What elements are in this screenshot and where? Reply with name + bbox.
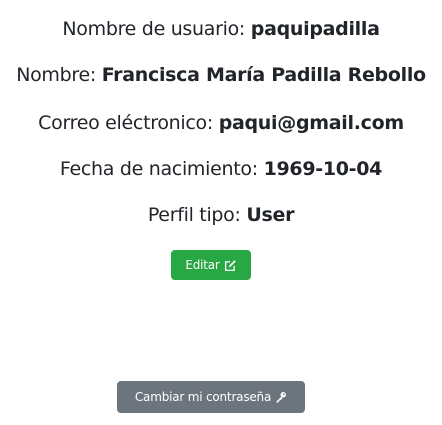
birth-date-label: Fecha de nacimiento: <box>59 158 264 180</box>
username-value: paquipadilla <box>250 18 380 40</box>
profile-type-value: User <box>246 204 295 226</box>
edit-button[interactable]: Editar <box>171 250 251 280</box>
profile-type-label: Perfil tipo: <box>147 204 247 226</box>
key-icon <box>275 391 287 403</box>
birth-date-value: 1969-10-04 <box>263 158 383 180</box>
username-label: Nombre de usuario: <box>62 18 251 40</box>
edit-button-label: Editar <box>185 258 220 272</box>
full-name-row: Nombre: Francisca María Padilla Rebollo <box>0 63 442 87</box>
birth-date-row: Fecha de nacimiento: 1969-10-04 <box>0 157 442 181</box>
email-row: Correo eléctronico: paqui@gmail.com <box>0 111 442 135</box>
edit-icon <box>224 259 237 272</box>
email-label: Correo eléctronico: <box>38 112 219 134</box>
change-password-button[interactable]: Cambiar mi contraseña <box>117 381 305 413</box>
email-value: paqui@gmail.com <box>218 112 404 134</box>
username-row: Nombre de usuario: paquipadilla <box>0 17 442 41</box>
change-password-label: Cambiar mi contraseña <box>134 390 272 404</box>
full-name-label: Nombre: <box>16 64 102 86</box>
profile-type-row: Perfil tipo: User <box>0 203 442 227</box>
full-name-value: Francisca María Padilla Rebollo <box>101 64 426 86</box>
